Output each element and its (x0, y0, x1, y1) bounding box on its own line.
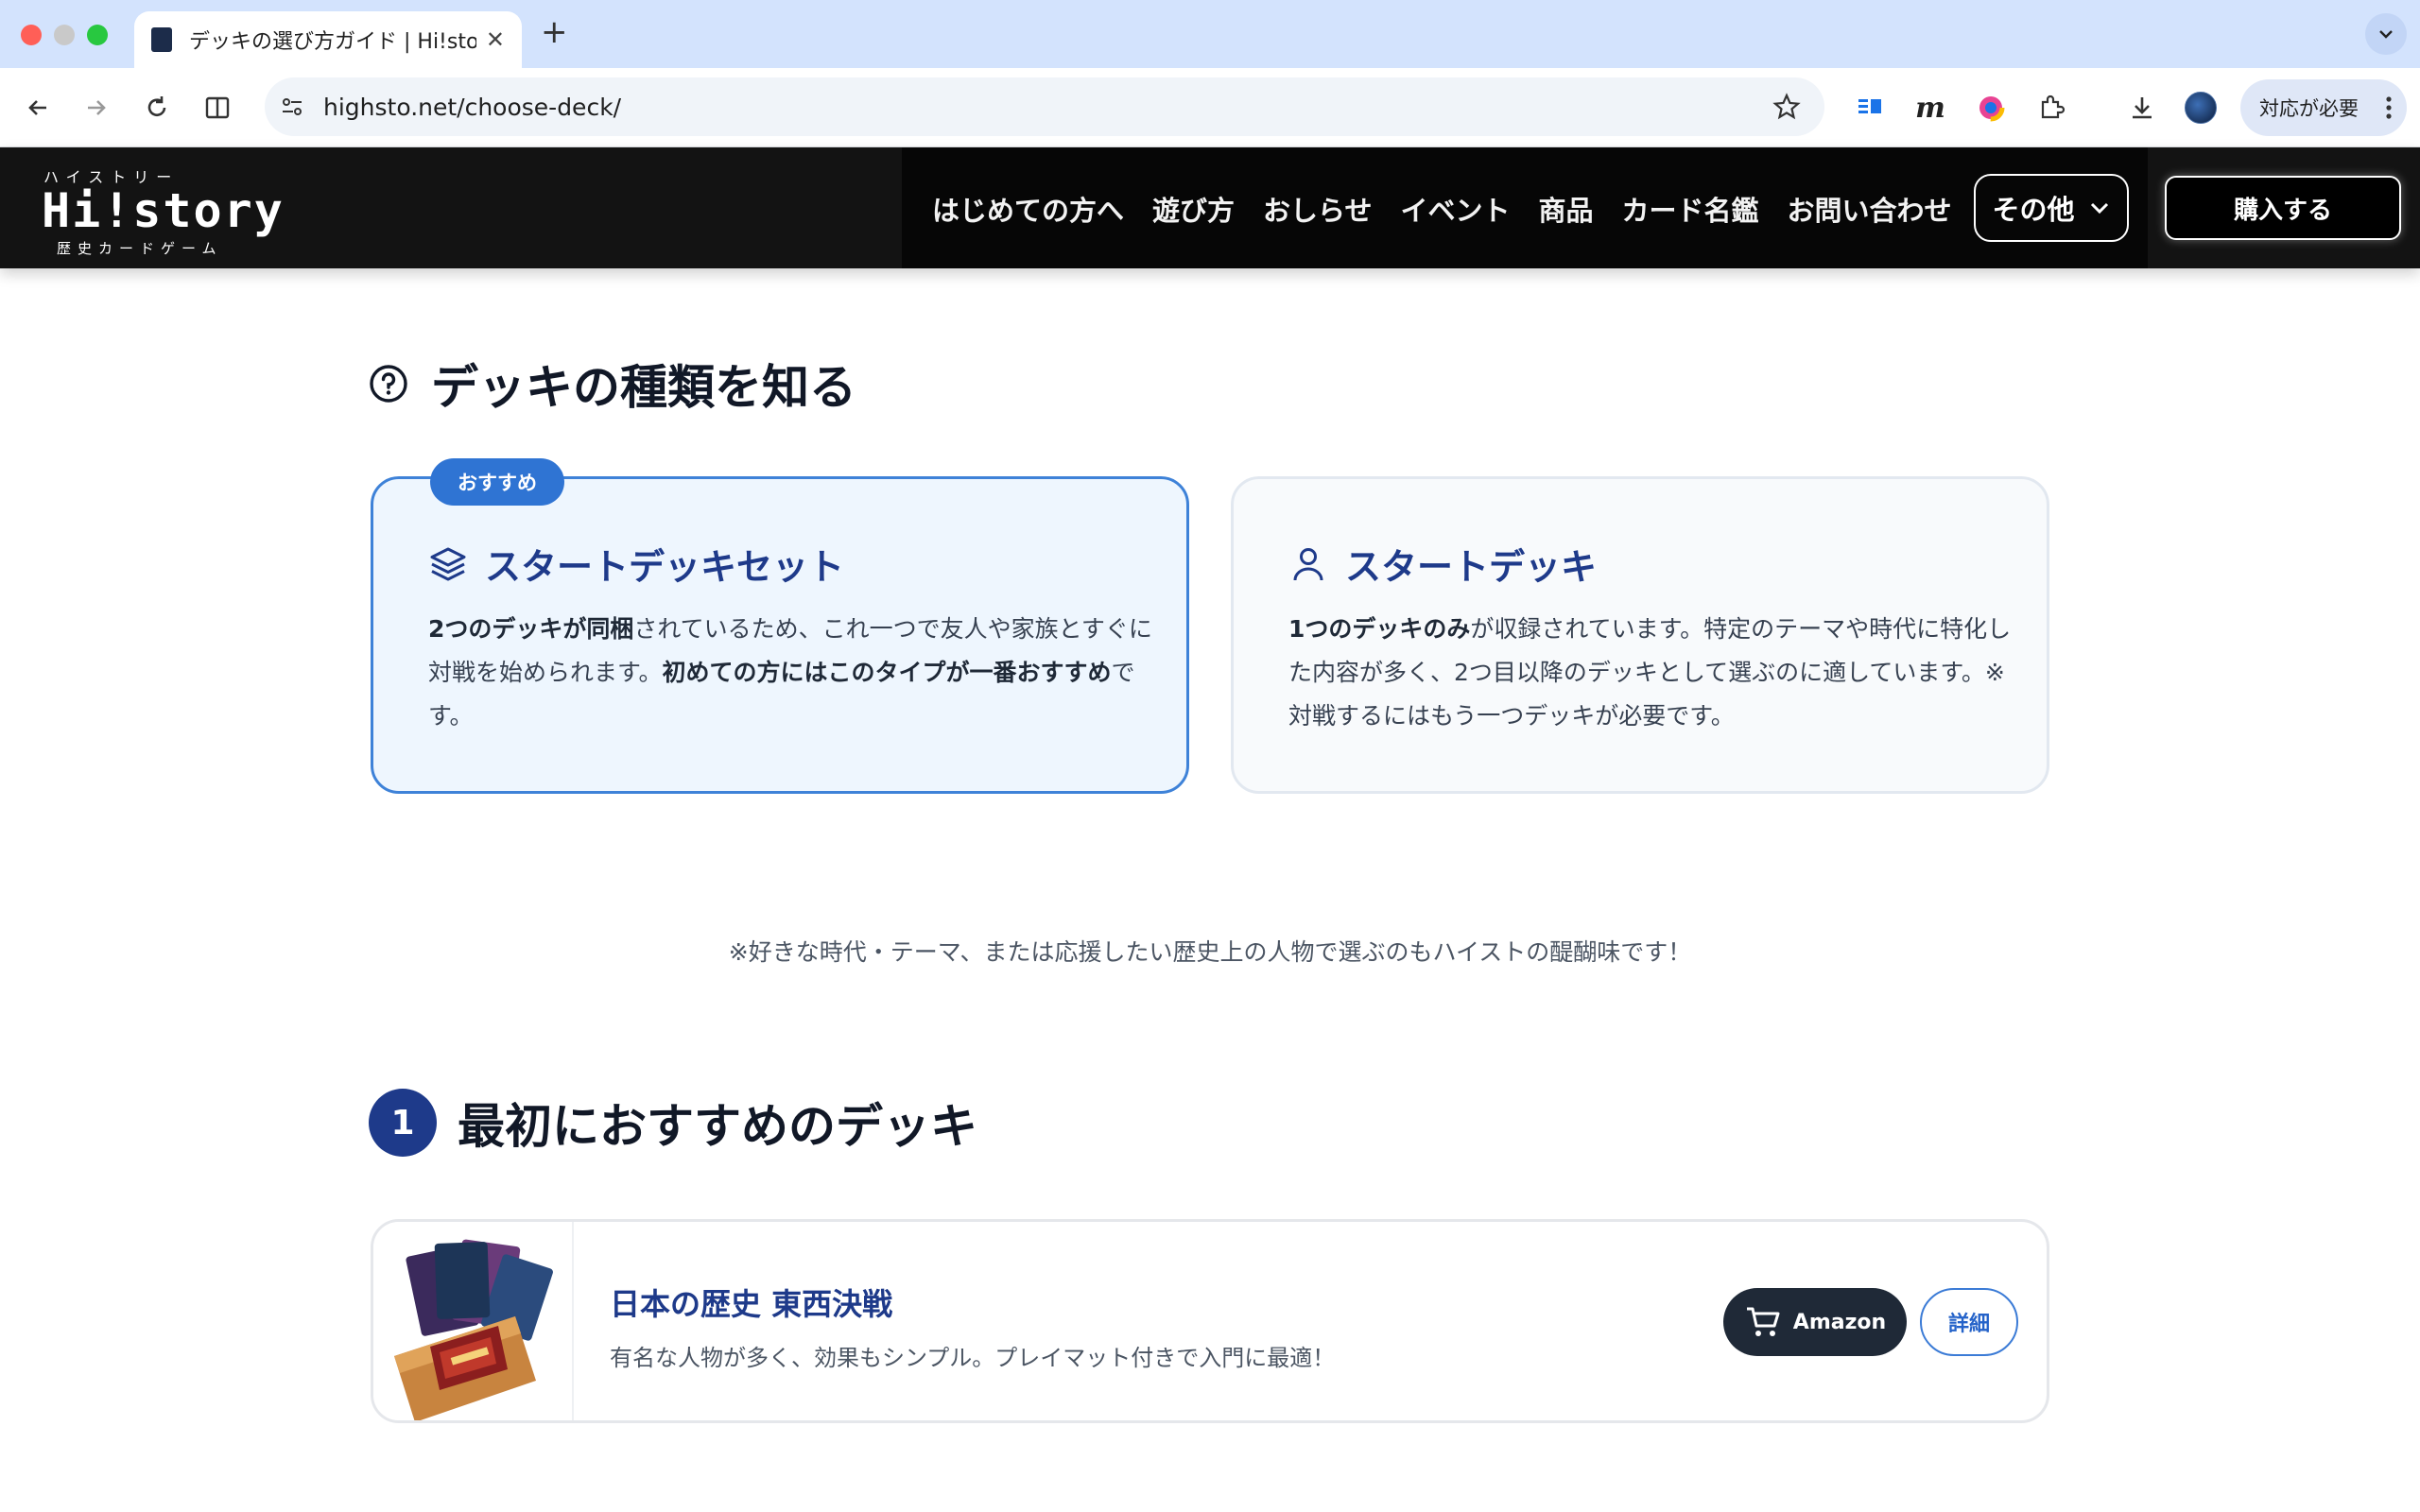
browser-toolbar: highsto.net/choose-deck/ m 対応が必要 (0, 68, 2420, 147)
close-window-button[interactable] (21, 25, 42, 45)
browser-tab-bar: デッキの選び方ガイド | Hi!story ✕ + (0, 0, 2420, 68)
cart-icon (1746, 1307, 1780, 1336)
layers-icon (430, 547, 466, 580)
section-title: 最初におすすめのデッキ (458, 1099, 977, 1154)
site-settings-icon (283, 98, 302, 115)
card-title: スタートデッキセット (428, 538, 844, 590)
section-title: デッキの種類を知る (431, 360, 856, 415)
detail-button[interactable]: 詳細 (1920, 1288, 2018, 1356)
nav-item-contact[interactable]: お問い合わせ (1788, 189, 1952, 229)
favicon-icon (151, 27, 172, 52)
nav-item-events[interactable]: イベント (1400, 189, 1510, 229)
nav-item-card-list[interactable]: カード名鑑 (1621, 189, 1758, 229)
card-desc-bold-1: 1つのデッキのみ (1288, 615, 1471, 643)
deck-types-heading: デッキの種類を知る (369, 350, 856, 418)
browser-tab[interactable]: デッキの選び方ガイド | Hi!story ✕ (134, 11, 522, 68)
download-icon[interactable] (2121, 87, 2163, 129)
split-view-button[interactable] (197, 87, 238, 129)
chevron-down-icon (2379, 30, 2393, 39)
logo-main: Hi!story (42, 183, 285, 238)
arrow-right-icon (88, 100, 106, 115)
reader-extension-icon[interactable] (1849, 87, 1891, 129)
more-vertical-icon (2386, 96, 2392, 119)
product-image (373, 1222, 574, 1420)
other-menu-button[interactable]: その他 (1974, 174, 2129, 242)
profile-alert-button[interactable]: 対応が必要 (2240, 79, 2407, 136)
product-description: 有名な人物が多く、効果もシンプル。プレイマット付きで入門に最適！ (610, 1345, 1336, 1371)
reload-icon (147, 96, 166, 116)
profile-alert-label: 対応が必要 (2259, 97, 2359, 120)
main-nav: はじめての方へ 遊び方 おしらせ イベント 商品 カード名鑑 お問い合わせ (932, 189, 1952, 229)
site-header: ハイストリー Hi!story 歴史カードゲーム はじめての方へ 遊び方 おしら… (0, 147, 2420, 268)
chevron-down-icon (2090, 202, 2108, 215)
extensions-puzzle-icon[interactable] (2031, 87, 2072, 129)
first-deck-heading: 1 最初におすすめのデッキ (369, 1089, 977, 1157)
user-icon (1293, 547, 1323, 580)
back-button[interactable] (17, 87, 59, 129)
selection-note: ※好きな時代・テーマ、または応援したい歴史上の人物で選ぶのもハイストの醍醐味です… (728, 938, 1692, 966)
product-card: 日本の歴史 東西決戦 有名な人物が多く、効果もシンプル。プレイマット付きで入門に… (371, 1219, 2049, 1423)
m-extension-icon[interactable]: m (1910, 87, 1951, 129)
split-view-icon (205, 96, 230, 119)
tab-close-icon[interactable]: ✕ (486, 26, 505, 53)
url-text: highsto.net/choose-deck/ (323, 93, 622, 121)
step-number-badge: 1 (369, 1089, 437, 1157)
question-circle-icon (370, 365, 407, 403)
start-deck-card: スタートデッキ 1つのデッキのみが収録されています。特定のテーマや時代に特化した… (1231, 476, 2049, 794)
address-bar[interactable]: highsto.net/choose-deck/ (265, 77, 1824, 136)
color-extension-icon[interactable] (1970, 87, 2012, 129)
new-tab-icon[interactable]: + (541, 13, 568, 51)
minimize-window-button[interactable] (54, 25, 75, 45)
arrow-left-icon (28, 100, 46, 115)
maximize-window-button[interactable] (87, 25, 108, 45)
tab-search-button[interactable] (2365, 13, 2407, 55)
site-logo[interactable]: ハイストリー Hi!story 歴史カードゲーム (42, 161, 283, 257)
card-description: 1つのデッキのみが収録されています。特定のテーマや時代に特化した内容が多く、2つ… (1288, 608, 2016, 738)
other-menu-label: その他 (1992, 194, 2075, 226)
card-title: スタートデッキ (1288, 538, 1597, 590)
nav-item-how-to-play[interactable]: 遊び方 (1152, 189, 1235, 229)
card-title-text: スタートデッキセット (485, 546, 845, 588)
product-name[interactable]: 日本の歴史 東西決戦 (610, 1280, 892, 1324)
recommended-badge: おすすめ (430, 458, 564, 506)
bookmark-star-icon[interactable] (1772, 92, 1802, 122)
card-desc-bold-2: 初めての方にはこのタイプが一番おすすめ (662, 659, 1112, 686)
forward-button[interactable] (76, 87, 117, 129)
nav-item-beginners[interactable]: はじめての方へ (932, 189, 1124, 229)
amazon-button[interactable]: Amazon (1723, 1288, 1907, 1356)
card-desc-bold-1: 2つのデッキが同梱 (428, 615, 634, 643)
reload-button[interactable] (136, 87, 178, 129)
buy-button[interactable]: 購入する (2165, 176, 2401, 240)
nav-item-news[interactable]: おしらせ (1263, 189, 1372, 229)
start-deck-set-card: おすすめ スタートデッキセット 2つのデッキが同梱されているため、これ一つで友人… (371, 458, 1189, 794)
tab-title: デッキの選び方ガイド | Hi!story (189, 30, 476, 54)
card-title-text: スタートデッキ (1345, 546, 1598, 588)
card-description: 2つのデッキが同梱されているため、これ一つで友人や家族とすぐに対戦を始められます… (428, 608, 1156, 738)
logo-sub: 歴史カードゲーム (57, 240, 223, 257)
profile-avatar[interactable] (2180, 87, 2221, 129)
amazon-label: Amazon (1792, 1310, 1887, 1334)
nav-item-products[interactable]: 商品 (1538, 189, 1593, 229)
